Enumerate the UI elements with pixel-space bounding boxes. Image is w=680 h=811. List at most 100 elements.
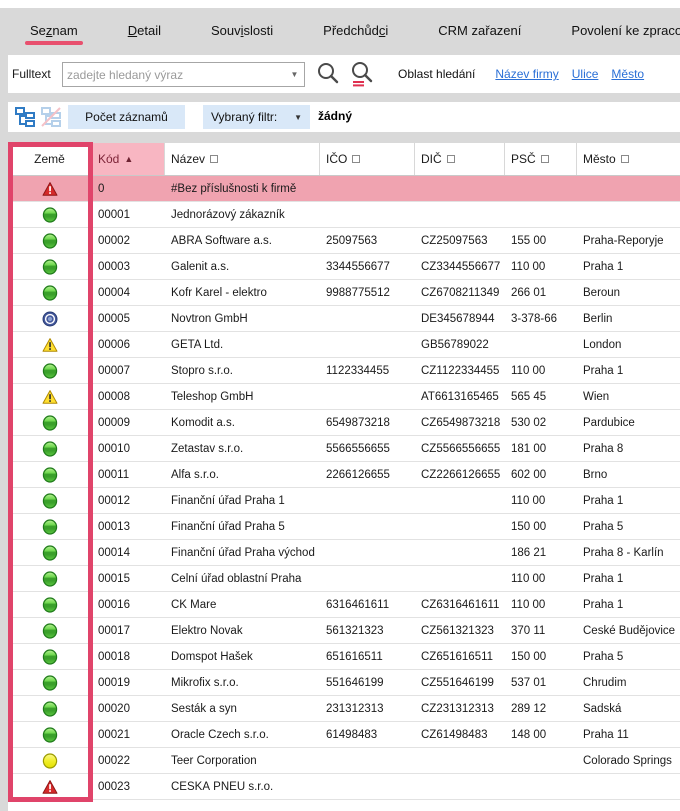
cell-mesto: Praha 1 <box>577 599 680 611</box>
tab-povolen-ke-zpracov-r[interactable]: Povolení ke zpracovár <box>569 9 680 54</box>
tab-souvislosti[interactable]: Souvislosti <box>209 9 275 54</box>
status-green-icon <box>8 207 92 223</box>
search-marked-icon[interactable] <box>350 61 374 87</box>
search-area-group: Oblast hledání Název firmyUliceMěsto <box>398 67 644 81</box>
cell-nazev: Novtron GmbH <box>165 313 320 325</box>
column-header-kod[interactable]: Kód▲ <box>92 143 165 175</box>
cell-kod: 00010 <box>92 443 165 455</box>
cell-mesto: Berlin <box>577 313 680 325</box>
search-area-link-n-zev-firmy[interactable]: Název firmy <box>495 67 558 81</box>
table-row[interactable]: 00021Oracle Czech s.r.o.61498483CZ614984… <box>8 722 680 748</box>
cell-nazev: Jednorázový zákazník <box>165 209 320 221</box>
table-row[interactable]: 00023ČESKÁ PNEU s.r.o. <box>8 774 680 800</box>
status-green-icon <box>8 441 92 457</box>
table-row[interactable]: 00005Novtron GmbHDE3456789443-378-66Berl… <box>8 306 680 332</box>
column-filter-checkbox-ico[interactable] <box>352 155 360 163</box>
table-row[interactable]: 00012Finanční úřad Praha 1110 00Praha 1 <box>8 488 680 514</box>
table-row[interactable]: 00010Zetastav s.r.o.5566556655CZ55665566… <box>8 436 680 462</box>
cell-mesto: Praha 8 - Karlín <box>577 547 680 559</box>
table-row[interactable]: 00002ABRA Software a.s.25097563CZ2509756… <box>8 228 680 254</box>
cell-psc: 110 00 <box>505 495 577 507</box>
cell-mesto: London <box>577 339 680 351</box>
status-green-icon <box>8 415 92 431</box>
table-row[interactable]: 00007Stopro s.r.o.1122334455CZ1122334455… <box>8 358 680 384</box>
search-area-link-m-sto[interactable]: Město <box>611 67 644 81</box>
table-row[interactable]: 00008Teleshop GmbHAT6613165465565 45Wien <box>8 384 680 410</box>
table-row[interactable]: 00020Šesták a syn231312313CZ231312313289… <box>8 696 680 722</box>
cell-dic: AT6613165465 <box>415 391 505 403</box>
cell-nazev: Alfa s.r.o. <box>165 469 320 481</box>
cell-ico: 61498483 <box>320 729 415 741</box>
table-row[interactable]: 0#Bez příslušnosti k firmě <box>8 176 680 202</box>
cell-nazev: Teer Corporation <box>165 755 320 767</box>
column-header-mesto[interactable]: Město <box>577 143 680 175</box>
tree-view-icon[interactable] <box>14 106 36 128</box>
table-row[interactable]: 00016CK Mare6316461611CZ6316461611110 00… <box>8 592 680 618</box>
cell-mesto: Wien <box>577 391 680 403</box>
table-row[interactable]: 00017Elektro Novak561321323CZ56132132337… <box>8 618 680 644</box>
table-row[interactable]: 00015Celní úřad oblastní Praha110 00Prah… <box>8 566 680 592</box>
tab-crm-za-azen[interactable]: CRM zařazení <box>436 9 523 54</box>
table-row[interactable]: 00006GETA Ltd.GB56789022London <box>8 332 680 358</box>
column-filter-checkbox-dic[interactable] <box>447 155 455 163</box>
fulltext-combobox[interactable]: ▼ <box>62 62 305 87</box>
cell-kod: 00013 <box>92 521 165 533</box>
table-row[interactable]: 00004Kofr Karel - elektro9988775512CZ670… <box>8 280 680 306</box>
column-header-ico[interactable]: IČO <box>320 143 415 175</box>
selected-filter-dropdown[interactable]: Vybraný filtr: ▼ <box>203 105 310 129</box>
divider-band <box>8 93 680 102</box>
table-row[interactable]: 00011Alfa s.r.o.2266126655CZ226612665560… <box>8 462 680 488</box>
cell-dic: CZ6708211349 <box>415 287 505 299</box>
status-green-icon <box>8 727 92 743</box>
table-row[interactable]: 00019Mikrofix s.r.o.551646199CZ551646199… <box>8 670 680 696</box>
record-count-button[interactable]: Počet záznamů <box>68 105 185 129</box>
cell-psc: 150 00 <box>505 651 577 663</box>
combo-dropdown-icon[interactable]: ▼ <box>285 63 304 86</box>
column-header-dic[interactable]: DIČ <box>415 143 505 175</box>
cell-nazev: Oracle Czech s.r.o. <box>165 729 320 741</box>
selected-filter-label: Vybraný filtr: <box>211 110 277 124</box>
table-row[interactable]: 00013Finanční úřad Praha 5150 00Praha 5 <box>8 514 680 540</box>
table-row[interactable]: 00022Teer CorporationColorado Springs <box>8 748 680 774</box>
cell-kod: 00007 <box>92 365 165 377</box>
search-icon[interactable] <box>316 61 340 87</box>
sort-asc-icon: ▲ <box>124 154 133 164</box>
search-input[interactable] <box>63 63 285 86</box>
chevron-down-icon: ▼ <box>294 113 302 122</box>
table-row[interactable]: 00018Domspot Hašek651616511CZ65161651115… <box>8 644 680 670</box>
column-filter-checkbox-nazev[interactable] <box>210 155 218 163</box>
table-row[interactable]: 00003Galenit a.s.3344556677CZ33445566771… <box>8 254 680 280</box>
tab-seznam[interactable]: Seznam <box>28 9 80 54</box>
cell-kod: 00001 <box>92 209 165 221</box>
companies-table: ZeměKód▲NázevIČODIČPSČMěsto 0#Bez příslu… <box>8 143 680 800</box>
cell-nazev: GETA Ltd. <box>165 339 320 351</box>
cell-psc: 110 00 <box>505 261 577 273</box>
column-header-zeme[interactable]: Země <box>8 143 92 175</box>
cell-ico: 25097563 <box>320 235 415 247</box>
status-green-icon <box>8 545 92 561</box>
column-header-psc[interactable]: PSČ <box>505 143 577 175</box>
status-green-icon <box>8 493 92 509</box>
column-filter-checkbox-psc[interactable] <box>541 155 549 163</box>
status-green-icon <box>8 675 92 691</box>
table-row[interactable]: 00001Jednorázový zákazník <box>8 202 680 228</box>
cell-ico: 6549873218 <box>320 417 415 429</box>
tab-p-edch-dci[interactable]: Předchůdci <box>321 9 390 54</box>
column-filter-checkbox-mesto[interactable] <box>621 155 629 163</box>
tab-detail[interactable]: Detail <box>126 9 163 54</box>
cell-nazev: ABRA Software a.s. <box>165 235 320 247</box>
search-area-link-ulice[interactable]: Ulice <box>572 67 599 81</box>
cell-ico: 9988775512 <box>320 287 415 299</box>
column-header-nazev[interactable]: Název <box>165 143 320 175</box>
table-row[interactable]: 00009Komodit a.s.6549873218CZ65498732185… <box>8 410 680 436</box>
table-row[interactable]: 00014Finanční úřad Praha východ186 21Pra… <box>8 540 680 566</box>
cell-mesto: Brno <box>577 469 680 481</box>
cell-psc: 110 00 <box>505 365 577 377</box>
cell-kod: 00020 <box>92 703 165 715</box>
cell-kod: 00018 <box>92 651 165 663</box>
cell-psc: 530 02 <box>505 417 577 429</box>
divider-band <box>8 132 680 143</box>
cell-psc: 110 00 <box>505 573 577 585</box>
cell-mesto: Colorado Springs <box>577 755 680 767</box>
cell-kod: 00003 <box>92 261 165 273</box>
